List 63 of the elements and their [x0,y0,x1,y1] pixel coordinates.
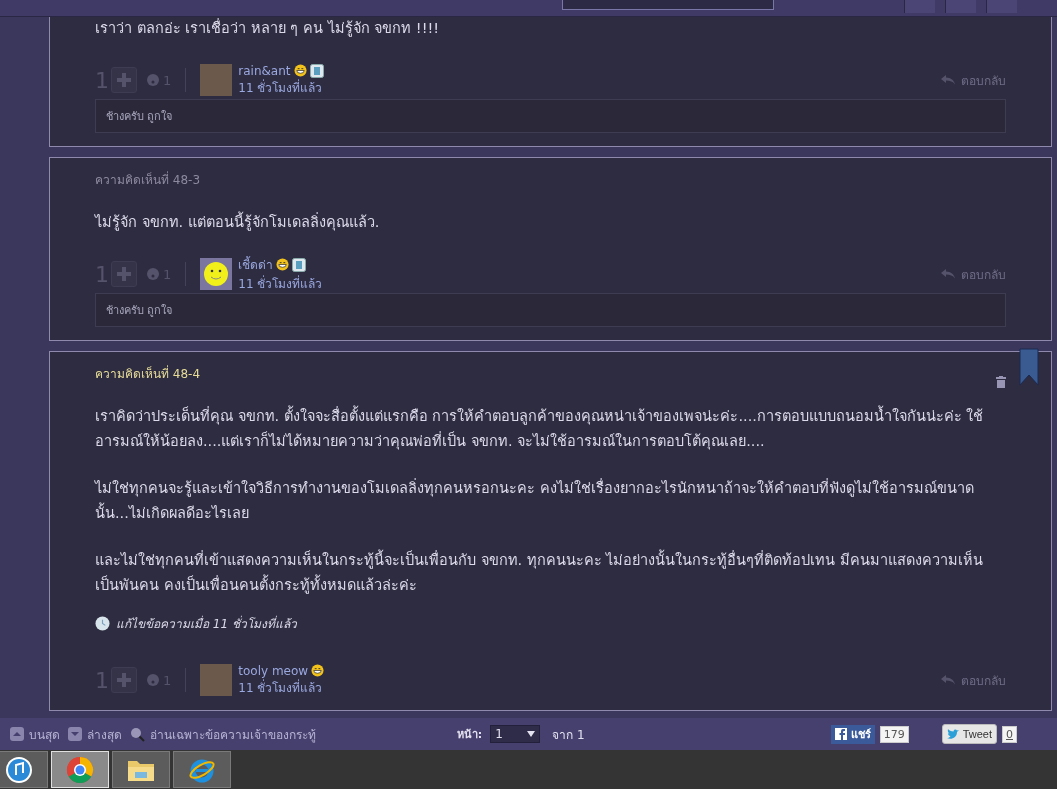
plus-button[interactable] [111,261,137,287]
taskbar-app-button[interactable] [112,751,170,788]
page-select[interactable]: 1 [490,725,541,743]
toolbar-button[interactable] [904,0,935,13]
emoji-face-icon [147,674,159,686]
photo-placeholder[interactable] [200,664,233,696]
user-name[interactable]: เชี้ดด่า [238,255,274,274]
photo-placeholder[interactable] [200,64,233,96]
plus-icon [117,673,131,687]
music-note-icon [6,756,32,783]
page-total: จาก 1 [552,726,585,744]
bookmark-ribbon-icon[interactable] [1019,348,1039,386]
tweet-button[interactable]: Tweet [941,724,997,744]
plus-button[interactable] [111,667,137,693]
taskbar-app-button[interactable] [0,751,48,788]
reply-arrow-icon [941,675,955,685]
reply-preview[interactable]: ช้างครับ ถูกใจ [95,99,1006,133]
facebook-f-icon [834,728,847,740]
comment-text: เราว่า ตลกอ่ะ เราเชื่อว่า หลาย ๆ คน ไม่รู้จัก จขกท !!!! [95,17,441,39]
grin-emoji-icon [293,64,307,77]
grin-emoji-icon [311,664,325,677]
blog-badge-icon [309,63,324,78]
plus-icon [117,73,131,87]
plus-icon [117,267,131,281]
avatar[interactable] [200,258,233,290]
taskbar-app-button[interactable] [173,751,231,788]
comment-number: ความคิดเห็นที่ 48-4 [95,364,201,383]
emoji-face-icon [147,74,159,86]
post-time: 11 ชั่วโมงที่แล้ว [238,678,324,697]
toolbar-button[interactable] [986,0,1017,13]
emoji-face-icon [147,268,159,280]
comment-text: ไม่รู้จัก จขกท. แต่ตอนนี้รู้จักโมเดลลิ่งคุณแล้ว. [95,210,1006,235]
bird-icon [946,728,960,740]
blog-badge-icon [292,257,307,272]
plus-button[interactable] [111,67,137,93]
comment-number: ความคิดเห็นที่ 48-3 [95,170,201,189]
user-name[interactable]: rain&ant [238,63,291,78]
post-time: 11 ชั่วโมงที่แล้ว [238,274,323,293]
share-button[interactable]: แชร์ [830,724,875,744]
comment-text: ไม่ใช่ทุกคนจะรู้และเข้าใจวิธีการทำงานของโมเดลลิ่งทุกคนหรอกนะคะ คงไม่ใช่เรื่องยากอะไรนักหนาถ้าจะให้คำตอบที่ฟังดูไม่ใช้อารมณ์ขนาดนั้น...ไม่เกิดผลดีอะไรเลย [95,477,975,523]
user-name[interactable]: tooly meow [238,663,309,678]
grin-emoji-icon [276,258,290,271]
toolbar-button[interactable] [945,0,976,13]
page-label: หน้า: [456,727,483,743]
owner-only-link[interactable]: อ่านเฉพาะข้อความเจ้าของกระทู้ [130,724,316,744]
reply-arrow-icon [941,269,955,279]
comment-text: และไม่ใช่ทุกคนที่เข้าแสดงความเห็นในกระทู้นี้จะเป็นเพื่อนกับ จขกท. ทุกคนนะคะ ไม่อย่างนั้นในกระทู้อื่นๆที่ติดท้อปเทน มีคนมาแสดงความเห็นเป็นพันคน คงเป็นเพื่อนคนตั้งกระทู้ทั้งหมดแล้วล่ะค่ะ [95,548,1006,598]
bottom-link[interactable]: ล่างสุด [68,724,122,744]
reply-preview[interactable]: ช้างครับ ถูกใจ [95,293,1006,327]
post-time: 11 ชั่วโมงที่แล้ว [238,78,324,97]
clock-icon [95,616,110,631]
search-field[interactable] [562,0,774,10]
caret-icon [527,731,536,737]
comment-text: เราคิดว่าประเด็นที่คุณ จขกท. ตั้งใจจะสื่อตั้งแต่แรกคือ การให้คำตอบลูกค้าของคุณหน่าเจ้าของเพจน่ะค่ะ....การตอบแบบถนอมน้ำใจกันน่ะค่ะ ใช้อารมณ์ให้น้อยลง....แต่เราก็ไม่ได้หมายความว่าคุณพ่อที่เป็น จขกท. จะไม่ใช้อารมณ์ในการตอบโต้คุณเลย.... [95,404,1006,454]
smiley-icon [203,261,230,287]
top-link[interactable]: บนสุด [10,724,60,744]
browser-logo-icon [66,755,94,784]
tweet-count: 0 [1002,725,1017,743]
share-count: 179 [879,725,909,743]
trash-icon[interactable] [996,376,1006,388]
reply-arrow-icon [941,75,955,85]
magnifier-icon [130,726,145,742]
edited-note: แก้ไขข้อความเมื่อ 11 ชั่วโมงที่แล้ว [116,614,297,633]
